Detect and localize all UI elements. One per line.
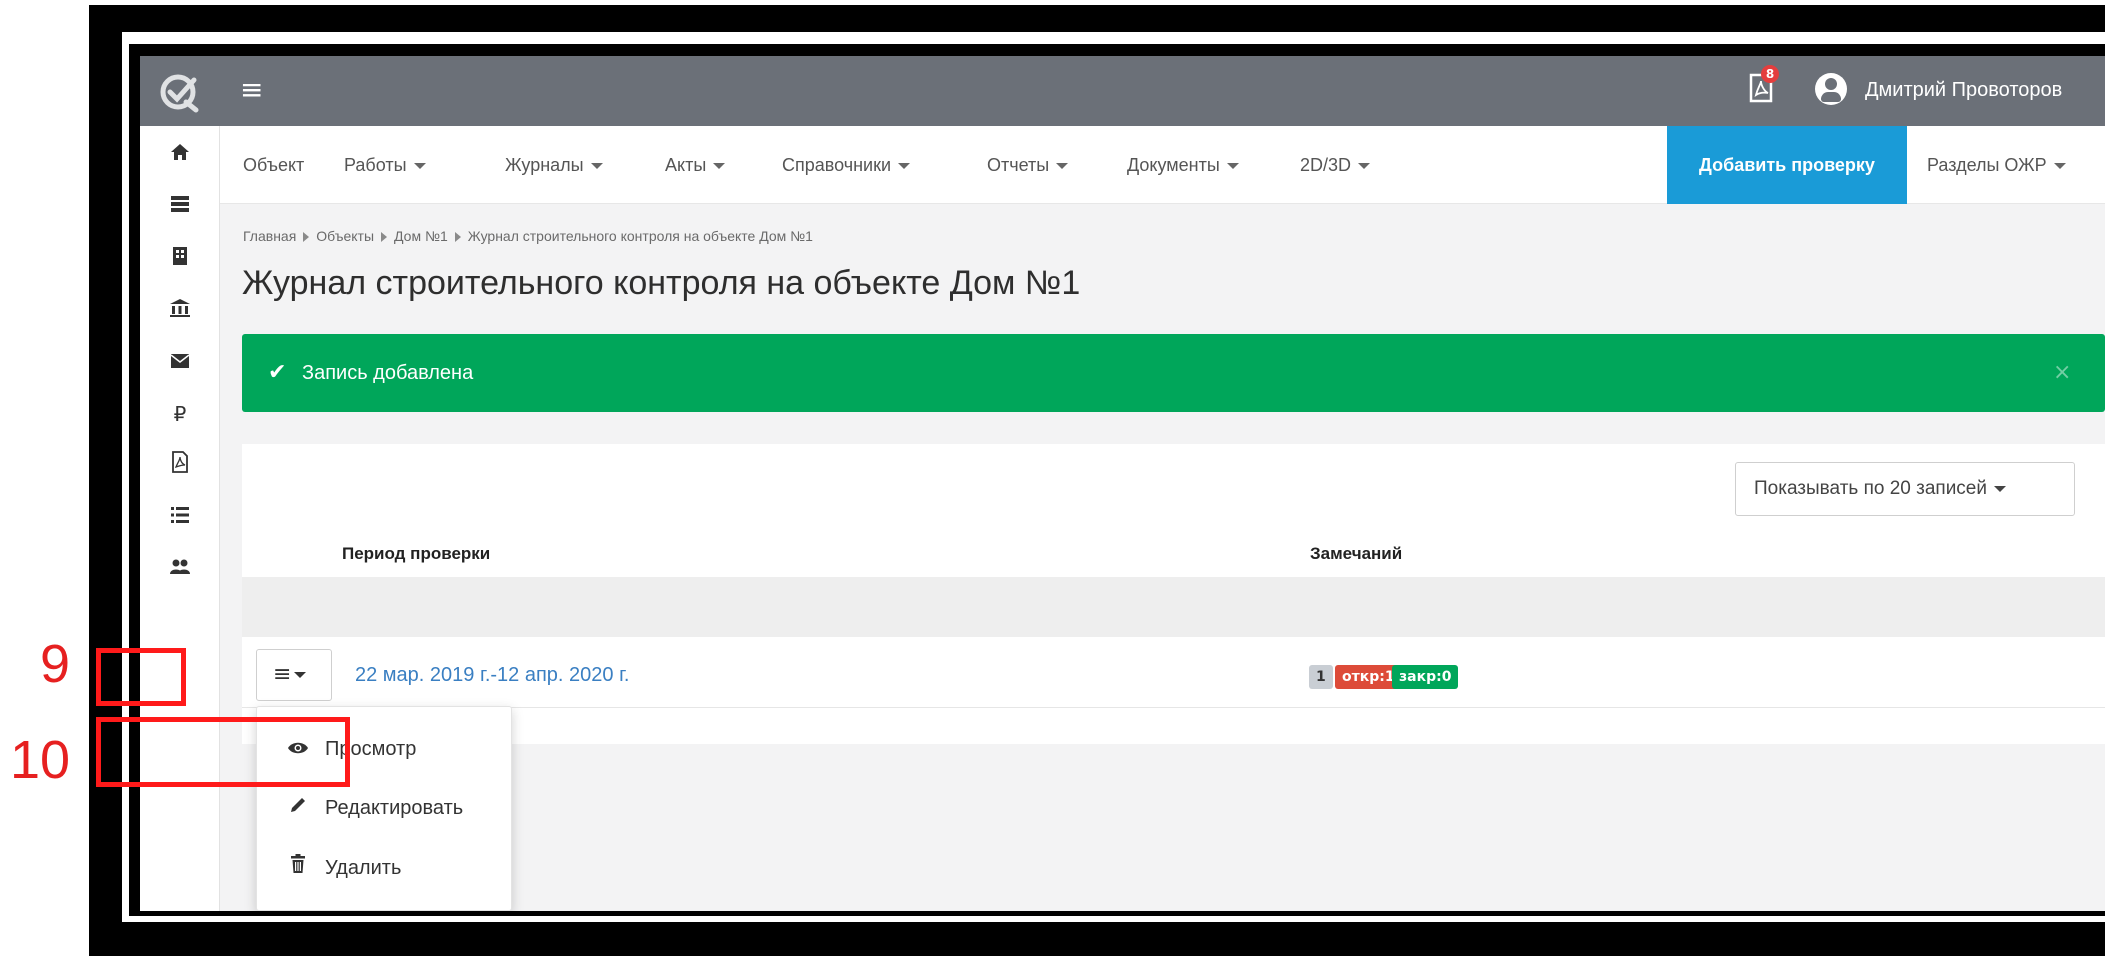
breadcrumb-home[interactable]: Главная	[243, 228, 296, 244]
caret-down-icon	[713, 163, 726, 170]
column-header-period[interactable]: Период проверки	[342, 542, 490, 566]
nav-references[interactable]: Справочники	[782, 126, 911, 204]
alert-message: Запись добавлена	[302, 362, 474, 384]
annotation-box-9	[96, 648, 186, 706]
nav-object[interactable]: Объект	[243, 126, 304, 204]
breadcrumb-objects[interactable]: Объекты	[316, 228, 374, 244]
table-filter-row	[242, 577, 2105, 637]
server-icon[interactable]	[140, 186, 220, 226]
period-link[interactable]: 22 мар. 2019 г.-12 апр. 2020 г.	[355, 661, 629, 689]
caret-down-icon	[1994, 485, 2006, 492]
annotation-box-10	[96, 717, 350, 787]
menu-icon: ≡	[273, 662, 292, 687]
page-size-select[interactable]: Показывать по 20 записей	[1735, 462, 2075, 516]
nav-reports[interactable]: Отчеты	[987, 126, 1069, 204]
nav-documents-label: Документы	[1127, 155, 1220, 175]
caret-down-icon	[898, 163, 911, 170]
nav-reports-label: Отчеты	[987, 155, 1050, 175]
caret-down-icon	[294, 672, 307, 678]
breadcrumb-separator-icon	[381, 232, 388, 243]
caret-down-icon	[413, 163, 426, 170]
list-icon[interactable]	[140, 497, 220, 537]
checkmark-icon: ✔	[268, 360, 287, 385]
caret-down-icon	[590, 163, 603, 170]
logo-icon[interactable]	[158, 70, 202, 114]
envelope-icon[interactable]	[140, 342, 220, 382]
breadcrumb-current: Журнал строительного контроля на объекте…	[467, 228, 813, 244]
nav-journals[interactable]: Журналы	[505, 126, 603, 204]
users-icon[interactable]	[140, 549, 220, 589]
nav-2d3d-label: 2D/3D	[1300, 155, 1352, 175]
building-icon[interactable]	[140, 239, 220, 279]
caret-down-icon	[1056, 163, 1069, 170]
nav-object-label: Объект	[243, 155, 305, 175]
add-check-button[interactable]: Добавить проверку	[1667, 126, 1907, 204]
institution-icon[interactable]	[140, 291, 220, 331]
breadcrumb-separator-icon	[454, 232, 461, 243]
top-bar: ≡ 8 Дмитрий Провоторов	[140, 56, 2105, 126]
remarks-total-badge: 1	[1309, 665, 1333, 689]
nav-works[interactable]: Работы	[344, 126, 426, 204]
nav-2d3d[interactable]: 2D/3D	[1300, 126, 1371, 204]
breadcrumb-separator-icon	[303, 232, 310, 243]
pdf-icon[interactable]	[140, 446, 220, 486]
pencil-icon	[285, 780, 311, 836]
row-divider	[242, 707, 2105, 708]
menu-item-delete-label: Удалить	[325, 857, 402, 879]
page-size-label: Показывать по 20 записей	[1754, 478, 1987, 499]
nav-acts[interactable]: Акты	[665, 126, 726, 204]
annotation-number-9: 9	[40, 634, 71, 694]
user-name[interactable]: Дмитрий Провоторов	[1865, 76, 2062, 104]
menu-toggle-icon[interactable]: ≡	[240, 75, 263, 105]
nav-works-label: Работы	[344, 155, 407, 175]
ruble-icon[interactable]: ₽	[140, 394, 220, 434]
menu-item-edit-label: Редактировать	[325, 797, 464, 819]
row-actions-button[interactable]: ≡	[256, 649, 332, 701]
home-icon[interactable]	[140, 134, 220, 174]
success-alert: ✔ Запись добавлена ×	[242, 334, 2105, 412]
nav-journals-label: Журналы	[505, 155, 584, 175]
close-icon[interactable]: ×	[2053, 360, 2071, 386]
trash-icon	[285, 840, 311, 896]
nav-ojr-sections-label: Разделы ОЖР	[1927, 155, 2047, 175]
nav-acts-label: Акты	[665, 155, 707, 175]
nav-references-label: Справочники	[782, 155, 892, 175]
sidebar: ₽	[140, 126, 220, 911]
page-title: Журнал строительного контроля на объекте…	[242, 264, 1081, 302]
breadcrumb: Главная Объекты Дом №1 Журнал строительного…	[243, 226, 813, 246]
journal-table-panel: Показывать по 20 записей Период проверки…	[242, 444, 2105, 744]
user-avatar-icon[interactable]	[1815, 73, 1847, 105]
caret-down-icon	[2053, 163, 2066, 170]
menu-item-delete[interactable]: Удалить	[257, 840, 513, 896]
remarks-closed-badge: закр:0	[1392, 665, 1459, 689]
nav-ojr-sections[interactable]: Разделы ОЖР	[1927, 126, 2066, 204]
caret-down-icon	[1358, 163, 1371, 170]
column-header-remarks[interactable]: Замечаний	[1310, 542, 1402, 566]
breadcrumb-house[interactable]: Дом №1	[394, 228, 448, 244]
caret-down-icon	[1226, 163, 1239, 170]
nav-documents[interactable]: Документы	[1127, 126, 1239, 204]
menu-item-edit[interactable]: Редактировать	[257, 780, 513, 836]
annotation-number-10: 10	[10, 730, 71, 790]
app-window: ≡ 8 Дмитрий Провоторов ₽ Объект Работы Ж…	[140, 56, 2105, 911]
notification-count-badge: 8	[1761, 65, 1779, 83]
